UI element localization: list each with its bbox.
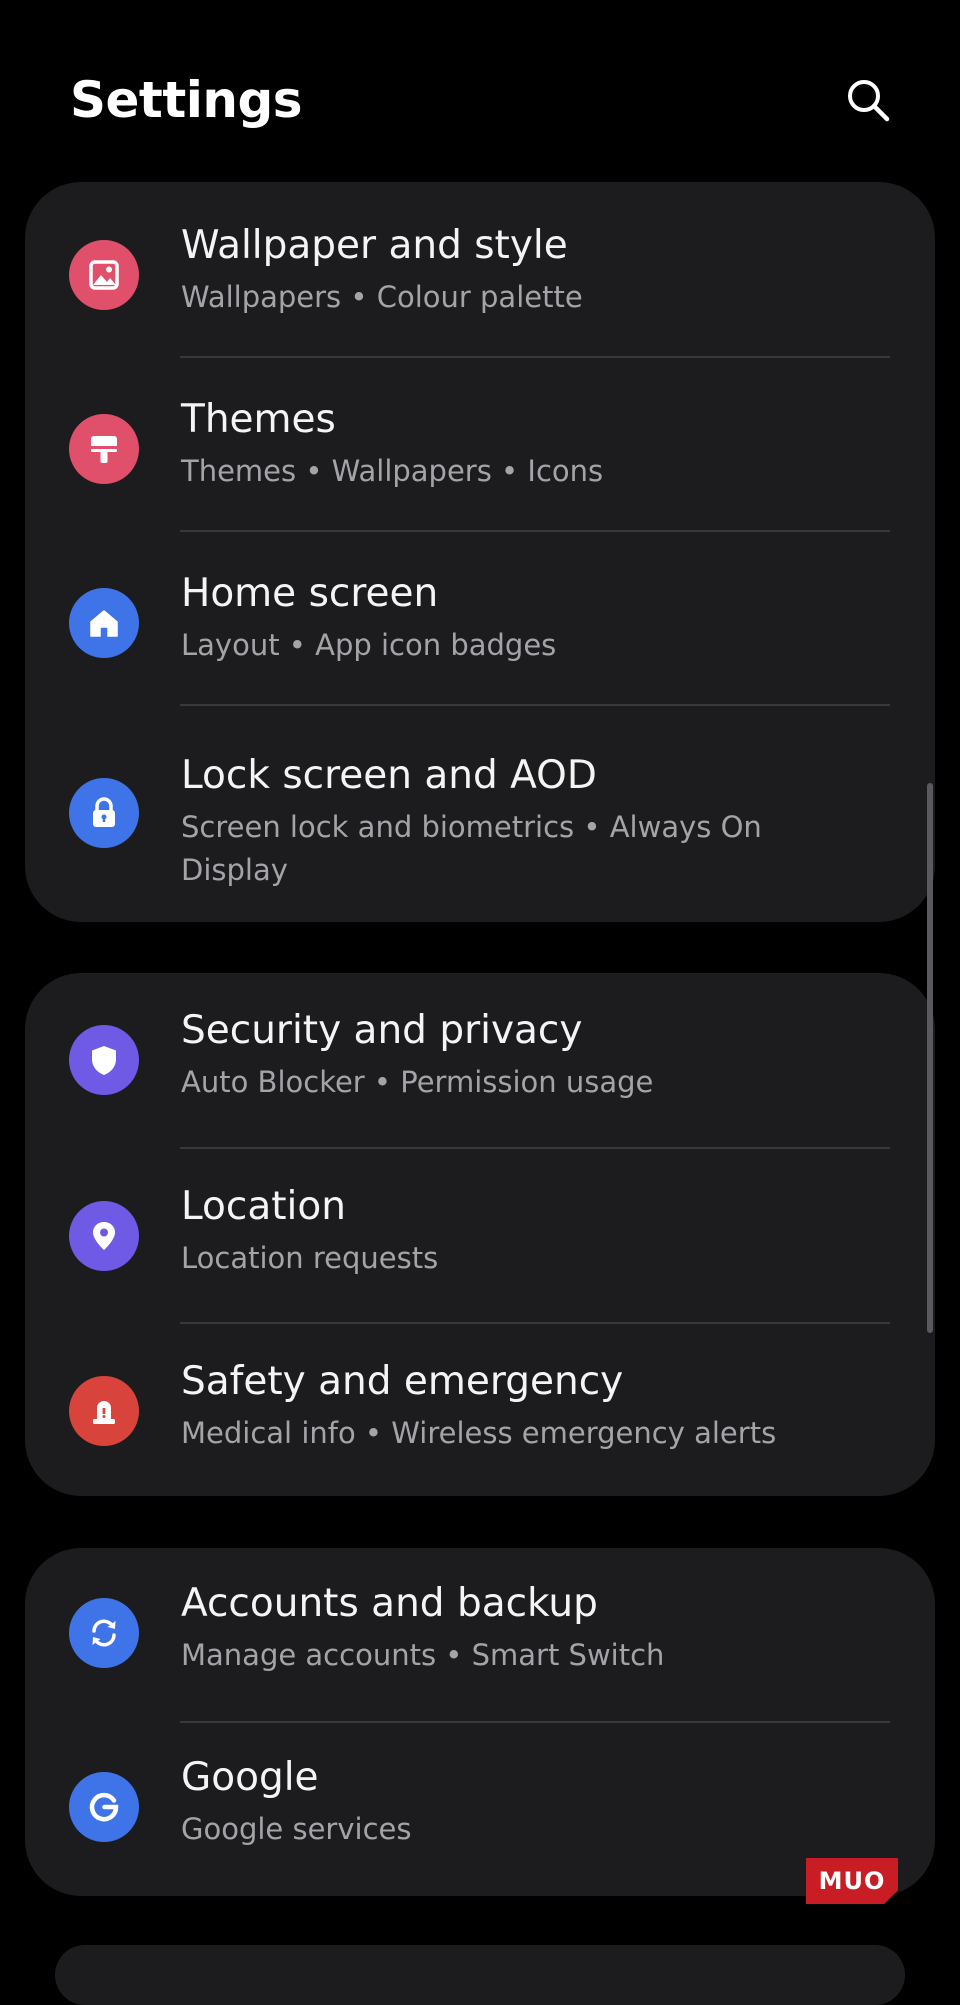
setting-title: Themes: [181, 397, 336, 442]
shield-icon: [69, 1025, 139, 1095]
google-icon: [69, 1772, 139, 1842]
setting-lock-screen-and-aod[interactable]: Lock screen and AOD Screen lock and biom…: [25, 706, 935, 922]
settings-group-security: Security and privacy Auto Blocker • Perm…: [25, 973, 935, 1496]
setting-title: Home screen: [181, 571, 439, 616]
setting-subtitle: Wallpapers • Colour palette: [181, 280, 583, 314]
settings-group-accounts: Accounts and backup Manage accounts • Sm…: [25, 1548, 935, 1896]
setting-title: Accounts and backup: [181, 1581, 598, 1626]
setting-safety-and-emergency[interactable]: Safety and emergency Medical info • Wire…: [25, 1323, 935, 1496]
paint-roller-icon: [69, 414, 139, 484]
watermark-logo: MUO: [806, 1858, 898, 1904]
setting-title: Google: [181, 1755, 319, 1800]
setting-subtitle: Auto Blocker • Permission usage: [181, 1065, 654, 1099]
settings-group-display: Wallpaper and style Wallpapers • Colour …: [25, 182, 935, 922]
setting-title: Location: [181, 1184, 346, 1229]
setting-title: Security and privacy: [181, 1008, 583, 1053]
sync-icon: [69, 1598, 139, 1668]
setting-title: Wallpaper and style: [181, 223, 568, 268]
search-button[interactable]: [838, 70, 898, 130]
page-title: Settings: [70, 71, 303, 129]
setting-subtitle: Themes • Wallpapers • Icons: [181, 454, 604, 488]
setting-themes[interactable]: Themes Themes • Wallpapers • Icons: [25, 357, 935, 532]
setting-home-screen[interactable]: Home screen Layout • App icon badges: [25, 532, 935, 706]
setting-subtitle: Screen lock and biometrics • Always On D…: [181, 810, 762, 887]
setting-wallpaper-and-style[interactable]: Wallpaper and style Wallpapers • Colour …: [25, 182, 935, 358]
setting-google[interactable]: Google Google services: [25, 1722, 935, 1896]
setting-subtitle: Medical info • Wireless emergency alerts: [181, 1416, 777, 1450]
search-icon: [848, 80, 890, 122]
location-pin-icon: [69, 1201, 139, 1271]
wallpaper-icon: [69, 240, 139, 310]
setting-title: Lock screen and AOD: [181, 753, 597, 798]
setting-security-and-privacy[interactable]: Security and privacy Auto Blocker • Perm…: [25, 973, 935, 1149]
setting-subtitle: Location requests: [181, 1241, 439, 1275]
setting-accounts-and-backup[interactable]: Accounts and backup Manage accounts • Sm…: [25, 1548, 935, 1723]
setting-title: Safety and emergency: [181, 1359, 624, 1404]
settings-group-next: [55, 1945, 905, 2005]
setting-subtitle: Google services: [181, 1812, 412, 1846]
scrollbar[interactable]: [927, 783, 933, 1333]
setting-subtitle: Layout • App icon badges: [181, 628, 557, 662]
home-icon: [69, 588, 139, 658]
app-bar: Settings: [0, 0, 960, 185]
emergency-siren-icon: [69, 1376, 139, 1446]
setting-location[interactable]: Location Location requests: [25, 1149, 935, 1324]
setting-subtitle: Manage accounts • Smart Switch: [181, 1638, 665, 1672]
lock-icon: [69, 778, 139, 848]
